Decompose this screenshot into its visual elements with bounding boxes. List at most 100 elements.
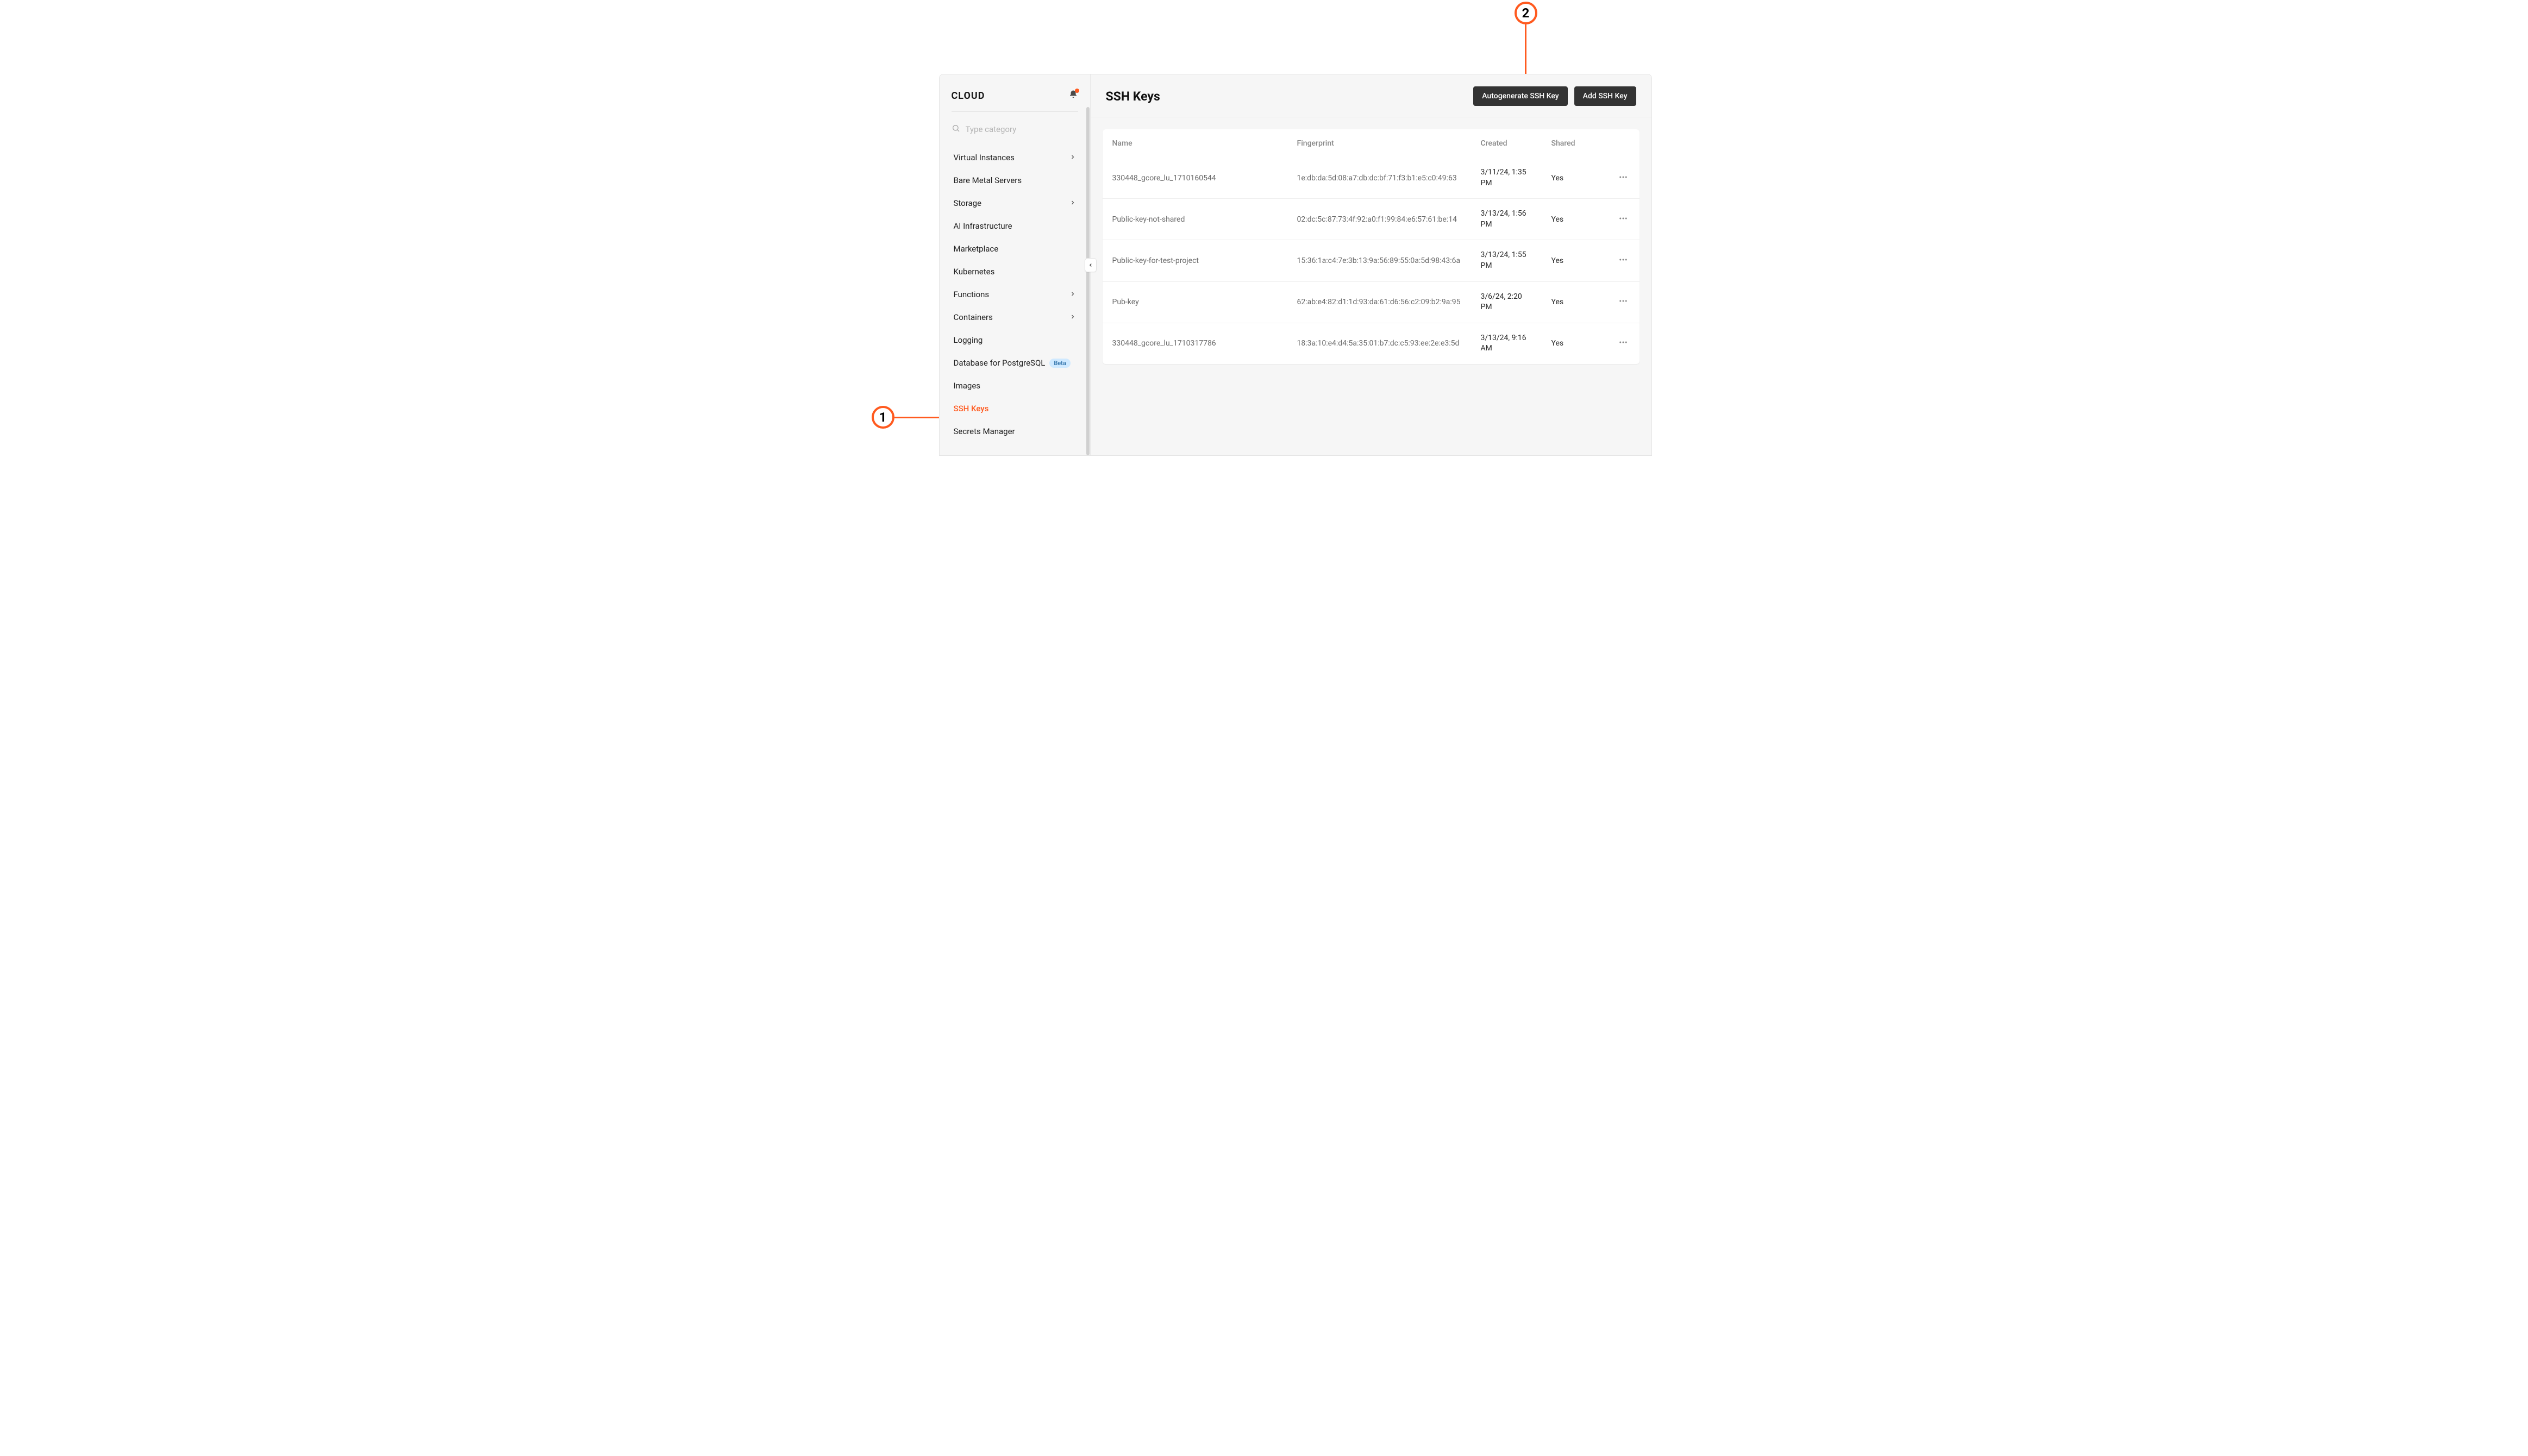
row-more-button[interactable] xyxy=(1615,334,1631,353)
sidebar-item-label: AI Infrastructure xyxy=(954,221,1012,231)
sidebar-item-ssh-keys[interactable]: SSH Keys xyxy=(952,398,1078,419)
chevron-right-icon xyxy=(1069,153,1076,162)
cell-name: Public-key-for-test-project xyxy=(1103,247,1287,275)
ssh-keys-table-card: Name Fingerprint Created Shared 330448_g… xyxy=(1103,129,1640,364)
root: 2 1 CLOUD xyxy=(868,0,1660,456)
callout-2: 2 xyxy=(1515,2,1537,74)
sidebar-item-virtual-instances[interactable]: Virtual Instances xyxy=(952,147,1078,168)
sidebar-item-label: Images xyxy=(954,381,981,391)
nav: Virtual Instances Bare Metal Servers Stora… xyxy=(952,147,1078,442)
more-icon xyxy=(1618,217,1628,225)
sidebar-item-label: Kubernetes xyxy=(954,267,995,277)
more-icon xyxy=(1618,259,1628,267)
sidebar-item-bare-metal-servers[interactable]: Bare Metal Servers xyxy=(952,170,1078,191)
sidebar-item-functions[interactable]: Functions xyxy=(952,284,1078,305)
cell-actions xyxy=(1607,324,1640,362)
chevron-right-icon xyxy=(1069,198,1076,208)
cell-name: 330448_gcore_lu_1710160544 xyxy=(1103,164,1287,192)
page-header: SSH Keys Autogenerate SSH Key Add SSH Ke… xyxy=(1091,74,1651,117)
table-header-row: Name Fingerprint Created Shared xyxy=(1103,129,1640,158)
cell-actions xyxy=(1607,242,1640,280)
brand: CLOUD xyxy=(952,90,985,102)
page-title: SSH Keys xyxy=(1106,89,1160,104)
notifications-button[interactable] xyxy=(1068,90,1078,102)
collapse-sidebar-button[interactable] xyxy=(1085,258,1097,272)
table-row: 330448_gcore_lu_171031778618:3a:10:e4:d4… xyxy=(1103,323,1640,364)
col-shared: Shared xyxy=(1542,129,1607,158)
sidebar-divider xyxy=(952,111,1078,112)
cell-actions xyxy=(1607,283,1640,321)
cell-actions xyxy=(1607,200,1640,239)
cell-shared: Yes xyxy=(1542,247,1607,275)
sidebar-item-database-for-postgresql[interactable]: Database for PostgreSQLBeta xyxy=(952,352,1078,374)
sidebar-item-label: Virtual Instances xyxy=(954,153,1015,162)
autogenerate-ssh-key-button[interactable]: Autogenerate SSH Key xyxy=(1473,86,1567,106)
sidebar-item-kubernetes[interactable]: Kubernetes xyxy=(952,261,1078,283)
row-more-button[interactable] xyxy=(1615,252,1631,270)
cell-name: 330448_gcore_lu_1710317786 xyxy=(1103,329,1287,357)
main: SSH Keys Autogenerate SSH Key Add SSH Ke… xyxy=(1091,74,1651,455)
sidebar-item-label: Logging xyxy=(954,335,983,345)
table-row: Public-key-for-test-project15:36:1a:c4:7… xyxy=(1103,240,1640,281)
sidebar-item-containers[interactable]: Containers xyxy=(952,306,1078,328)
beta-badge: Beta xyxy=(1049,359,1070,368)
row-more-button[interactable] xyxy=(1615,293,1631,311)
col-fingerprint: Fingerprint xyxy=(1287,129,1471,158)
col-created: Created xyxy=(1471,129,1542,158)
more-icon xyxy=(1618,300,1628,308)
callout-2-line xyxy=(1525,24,1526,74)
sidebar-item-label: Containers xyxy=(954,312,993,322)
add-ssh-key-button[interactable]: Add SSH Key xyxy=(1574,86,1636,106)
notification-dot-icon xyxy=(1075,89,1079,93)
cell-shared: Yes xyxy=(1542,329,1607,357)
chevron-right-icon xyxy=(1069,312,1076,322)
cell-fingerprint: 62:ab:e4:82:d1:1d:93:da:61:d6:56:c2:09:b… xyxy=(1287,288,1471,316)
callout-2-circle: 2 xyxy=(1515,2,1537,24)
sidebar-scrollbar[interactable] xyxy=(1086,107,1090,455)
sidebar-item-label: Functions xyxy=(954,290,990,299)
cell-name: Pub-key xyxy=(1103,288,1287,316)
cell-shared: Yes xyxy=(1542,288,1607,316)
cell-created: 3/11/24, 1:35 PM xyxy=(1471,158,1542,198)
cell-shared: Yes xyxy=(1542,205,1607,234)
page-actions: Autogenerate SSH Key Add SSH Key xyxy=(1473,86,1636,106)
table-row: Public-key-not-shared02:dc:5c:87:73:4f:9… xyxy=(1103,198,1640,240)
cell-fingerprint: 18:3a:10:e4:d4:5a:35:01:b7:dc:c5:93:ee:2… xyxy=(1287,329,1471,357)
sidebar-item-storage[interactable]: Storage xyxy=(952,192,1078,214)
callout-1: 1 xyxy=(872,406,949,429)
search-input[interactable] xyxy=(966,124,1078,134)
cell-shared: Yes xyxy=(1542,164,1607,192)
more-icon xyxy=(1618,341,1628,349)
cell-created: 3/13/24, 1:56 PM xyxy=(1471,199,1542,240)
ssh-keys-table: Name Fingerprint Created Shared 330448_g… xyxy=(1103,129,1640,364)
table-row: 330448_gcore_lu_17101605441e:db:da:5d:08… xyxy=(1103,158,1640,198)
col-name: Name xyxy=(1103,129,1287,158)
sidebar-item-label: Storage xyxy=(954,198,982,208)
sidebar-item-label: Database for PostgreSQLBeta xyxy=(954,358,1071,368)
row-more-button[interactable] xyxy=(1615,210,1631,229)
sidebar-item-label: Bare Metal Servers xyxy=(954,175,1022,185)
cell-created: 3/13/24, 1:55 PM xyxy=(1471,240,1542,281)
sidebar-item-ai-infrastructure[interactable]: AI Infrastructure xyxy=(952,215,1078,237)
chevron-right-icon xyxy=(1069,290,1076,299)
search-wrap[interactable] xyxy=(952,124,1078,135)
sidebar-item-secrets-manager[interactable]: Secrets Manager xyxy=(952,421,1078,442)
cell-actions xyxy=(1607,159,1640,197)
sidebar-item-images[interactable]: Images xyxy=(952,375,1078,397)
cell-name: Public-key-not-shared xyxy=(1103,205,1287,234)
row-more-button[interactable] xyxy=(1615,169,1631,187)
cell-fingerprint: 15:36:1a:c4:7e:3b:13:9a:56:89:55:0a:5d:9… xyxy=(1287,247,1471,275)
sidebar-item-label: SSH Keys xyxy=(954,404,989,413)
col-actions xyxy=(1607,134,1640,153)
cell-created: 3/13/24, 9:16 AM xyxy=(1471,323,1542,364)
search-icon xyxy=(952,124,960,135)
sidebar-item-label: Marketplace xyxy=(954,244,999,254)
callout-1-circle: 1 xyxy=(872,406,894,429)
sidebar-header: CLOUD xyxy=(952,90,1078,102)
sidebar-item-label: Secrets Manager xyxy=(954,426,1015,436)
cell-fingerprint: 02:dc:5c:87:73:4f:92:a0:f1:99:84:e6:57:6… xyxy=(1287,205,1471,234)
sidebar-item-marketplace[interactable]: Marketplace xyxy=(952,238,1078,260)
app-shell: CLOUD Virtual Instances Bare Metal Server… xyxy=(939,74,1652,456)
cell-created: 3/6/24, 2:20 PM xyxy=(1471,282,1542,323)
sidebar-item-logging[interactable]: Logging xyxy=(952,329,1078,351)
